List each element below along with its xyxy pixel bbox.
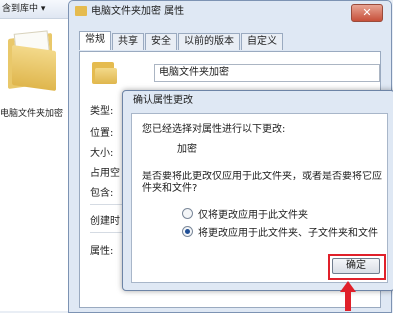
tab-previous-versions[interactable]: 以前的版本 (178, 33, 240, 50)
properties-titlebar: 电脑文件夹加密 属性 ✕ (69, 1, 391, 23)
attributes-label: 属性: (90, 246, 114, 257)
divider (90, 232, 125, 233)
radio-icon[interactable] (182, 207, 193, 219)
tab-sharing[interactable]: 共享 (112, 33, 144, 50)
change-value: 加密 (177, 144, 197, 155)
size-label: 大小: (90, 148, 114, 159)
radio-checked-icon[interactable] (182, 225, 193, 237)
dialog-intro-text: 您已经选择对属性进行以下更改: (142, 124, 286, 135)
folder-icon (75, 6, 87, 16)
folder-icon (92, 60, 118, 84)
contains-label: 包含: (90, 188, 114, 199)
close-button[interactable]: ✕ (351, 4, 383, 22)
tab-strip: 常规 共享 安全 以前的版本 自定义 (79, 31, 284, 51)
tab-general[interactable]: 常规 (79, 31, 111, 50)
dialog-body: 您已经选择对属性进行以下更改: 加密 是否要将此更改仅应用于此文件夹，或者是否要… (131, 113, 388, 283)
divider (90, 204, 125, 205)
size-on-disk-label: 占用空 (90, 168, 120, 179)
dialog-question-line2: 件夹和文件? (142, 183, 198, 194)
tab-customize[interactable]: 自定义 (241, 33, 283, 50)
folder-icon[interactable] (8, 30, 56, 92)
option-label: 仅将更改应用于此文件夹 (198, 209, 308, 221)
created-label: 创建时 (90, 216, 120, 227)
confirm-attribute-changes-dialog: 确认属性更改 您已经选择对属性进行以下更改: 加密 是否要将此更改仅应用于此文件… (122, 90, 393, 291)
folder-name-input[interactable]: 电脑文件夹加密 (154, 64, 380, 82)
location-label: 位置: (90, 128, 114, 139)
arrow-up-icon (340, 281, 356, 311)
tab-security[interactable]: 安全 (145, 33, 177, 50)
dialog-title: 确认属性更改 (133, 95, 193, 106)
apply-folder-only-option[interactable]: 仅将更改应用于此文件夹 (182, 206, 308, 221)
properties-title: 电脑文件夹加密 属性 (91, 6, 185, 17)
option-label: 将更改应用于此文件夹、子文件夹和文件 (198, 227, 378, 239)
dialog-question-line1: 是否要将此更改仅应用于此文件夹，或者是否要将它应 (142, 171, 382, 182)
apply-all-option[interactable]: 将更改应用于此文件夹、子文件夹和文件 (182, 224, 378, 239)
type-label: 类型: (90, 106, 114, 117)
ok-button[interactable]: 确定 (332, 258, 380, 274)
